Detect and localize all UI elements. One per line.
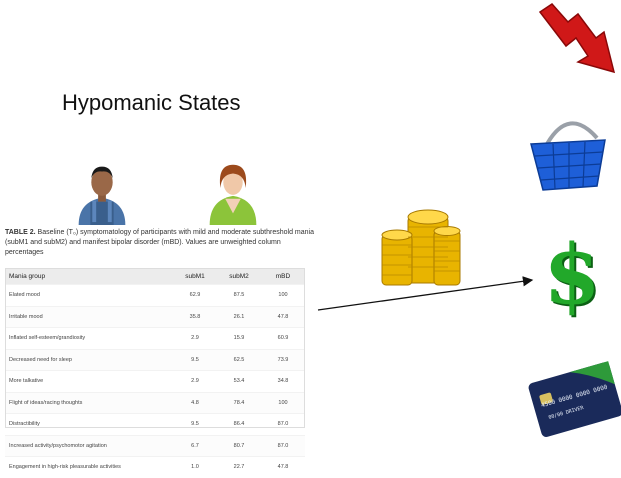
row-label: Increased activity/psychomotor agitation bbox=[5, 434, 173, 457]
caption-prefix: TABLE 2. bbox=[5, 229, 36, 236]
cell-value: 80.7 bbox=[217, 434, 261, 457]
green-dollar-sign-icon: $ bbox=[543, 227, 601, 323]
gold-coins-icon bbox=[381, 209, 461, 286]
caption-text: Baseline (T₀) symptomatology of particip… bbox=[5, 229, 314, 256]
row-label: Engagement in high-risk pleasurable acti… bbox=[5, 456, 173, 478]
table-frame bbox=[5, 268, 305, 428]
table-row: Increased activity/psychomotor agitation… bbox=[5, 434, 305, 457]
table-caption: TABLE 2. Baseline (T₀) symptomatology of… bbox=[5, 228, 320, 258]
cell-value: 6.7 bbox=[173, 434, 217, 457]
slide-title: Hypomanic States bbox=[62, 90, 241, 115]
cell-value: 1.0 bbox=[173, 456, 217, 478]
table-row: Engagement in high-risk pleasurable acti… bbox=[5, 456, 305, 478]
cell-value: 22.7 bbox=[217, 456, 261, 478]
cell-value: 87.0 bbox=[261, 434, 305, 457]
woman-avatar-icon bbox=[209, 164, 257, 225]
blue-shopping-basket-icon bbox=[530, 121, 606, 191]
cell-value: 47.8 bbox=[261, 456, 305, 478]
red-down-trend-arrow-icon bbox=[538, 3, 616, 74]
man-avatar-icon bbox=[78, 166, 126, 225]
